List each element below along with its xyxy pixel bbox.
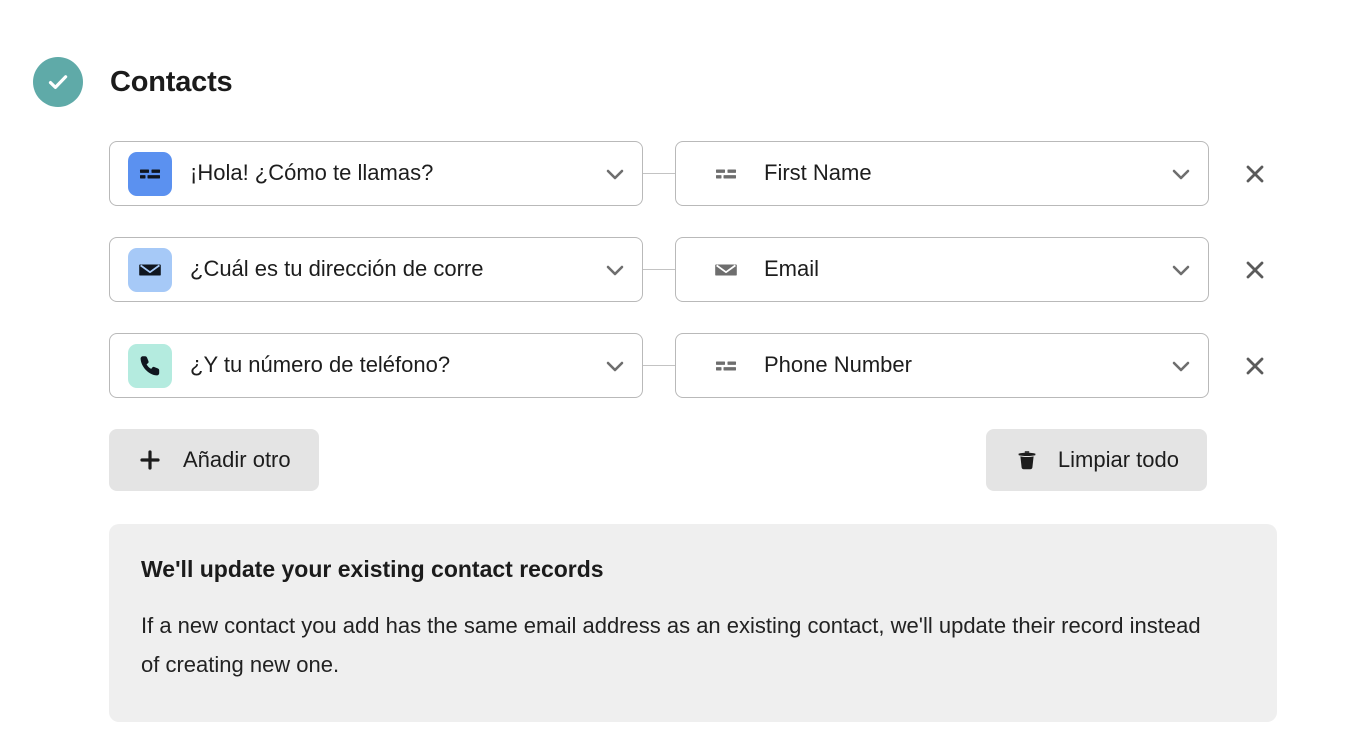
source-question-label: ¿Cuál es tu dirección de corre [190,256,484,282]
chevron-down-icon [588,353,642,379]
source-question-select-3[interactable]: ¿Y tu número de teléfono? [109,333,643,398]
target-field-label: Email [764,256,820,282]
row-connector [643,173,675,174]
row-connector [643,269,675,270]
target-field-label: First Name [764,160,872,186]
target-field-select-3[interactable]: Phone Number [675,333,1209,398]
table-row: ¿Cuál es tu dirección de corre Email [109,237,1277,302]
info-panel-body: If a new contact you add has the same em… [141,612,1201,678]
table-row: ¡Hola! ¿Cómo te llamas? First Name [109,141,1277,206]
contacts-mapping-page: Contacts ¡Hola! ¿Cómo te llamas? First N… [0,0,1372,754]
close-icon [1243,258,1267,282]
source-question-label: ¡Hola! ¿Cómo te llamas? [190,160,434,186]
plus-icon [137,447,163,473]
page-title: Contacts [110,65,233,98]
target-field-select-1[interactable]: First Name [675,141,1209,206]
check-circle-icon [33,57,83,107]
source-question-label: ¿Y tu número de teléfono? [190,352,451,378]
table-row: ¿Y tu número de teléfono? Phone Number [109,333,1277,398]
email-icon [128,247,172,292]
remove-mapping-button-2[interactable] [1233,248,1277,292]
trash-icon [1014,447,1040,473]
chevron-down-icon [588,257,642,283]
phone-icon [128,343,172,388]
clear-all-button[interactable]: Limpiar todo [985,429,1207,491]
action-bar: Añadir otro Limpiar todo [109,429,1207,491]
row-connector [643,365,675,366]
info-panel-title: We'll update your existing contact recor… [141,556,604,582]
chevron-down-icon [1154,257,1208,283]
short-text-icon [128,151,172,196]
info-panel: We'll update your existing contact recor… [109,524,1277,722]
add-another-button[interactable]: Añadir otro [109,429,319,491]
remove-mapping-button-3[interactable] [1233,344,1277,388]
source-question-select-1[interactable]: ¡Hola! ¿Cómo te llamas? [109,141,643,206]
close-icon [1243,162,1267,186]
short-text-icon [710,350,742,382]
remove-mapping-button-1[interactable] [1233,152,1277,196]
email-icon [710,254,742,286]
section-header: Contacts [33,57,233,107]
target-field-select-2[interactable]: Email [675,237,1209,302]
source-question-select-2[interactable]: ¿Cuál es tu dirección de corre [109,237,643,302]
target-field-label: Phone Number [764,352,912,378]
short-text-icon [710,158,742,190]
clear-all-label: Limpiar todo [1057,447,1179,472]
chevron-down-icon [1154,353,1208,379]
field-mapping-list: ¡Hola! ¿Cómo te llamas? First Name ¿Cuál… [109,141,1277,429]
close-icon [1243,354,1267,378]
add-another-label: Añadir otro [183,447,291,472]
chevron-down-icon [588,161,642,187]
chevron-down-icon [1154,161,1208,187]
